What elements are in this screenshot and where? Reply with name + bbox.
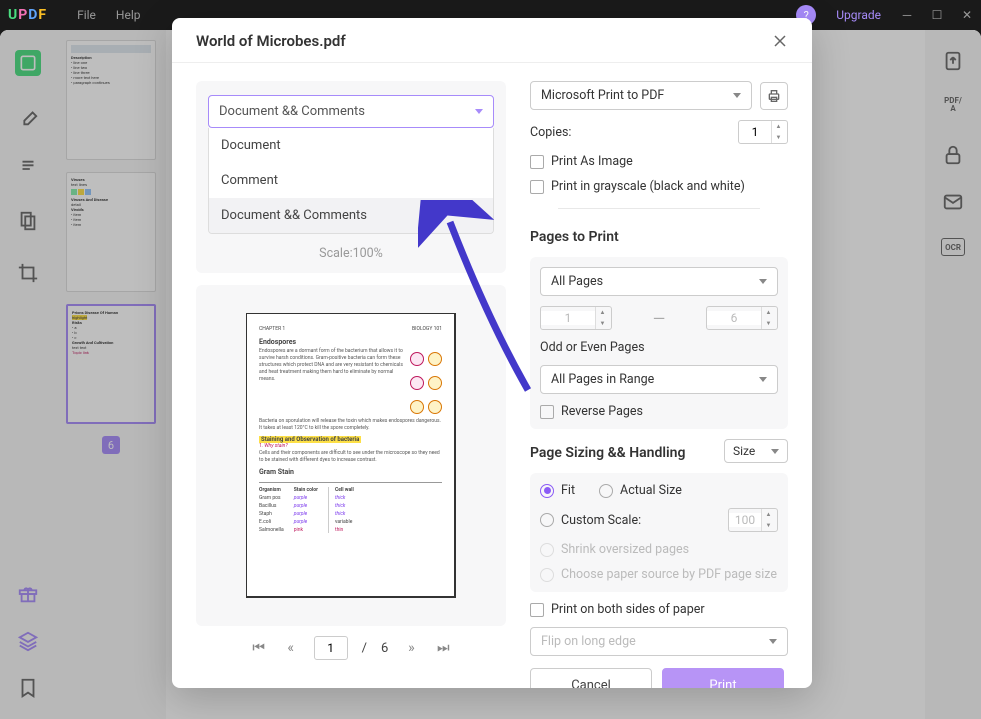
spin-up-icon[interactable]: ▲ (762, 509, 775, 520)
chevron-down-icon (475, 109, 483, 114)
range-from-stepper[interactable]: ▲▼ (540, 306, 612, 330)
preview-pager: ⏮ « / 6 » ⏭ (196, 626, 506, 670)
window-minimize[interactable]: ─ (901, 9, 913, 21)
spin-down-icon[interactable]: ▼ (772, 132, 785, 143)
chevron-down-icon (771, 449, 779, 454)
print-as-image-checkbox[interactable]: Print As Image (530, 154, 788, 169)
content-combo-value: Document && Comments (219, 104, 365, 119)
oddeven-select-value: All Pages in Range (551, 372, 654, 387)
chevron-down-icon (769, 639, 777, 644)
window-maximize[interactable]: ☐ (931, 9, 943, 21)
both-sides-checkbox[interactable]: Print on both sides of paper (530, 602, 788, 617)
size-select[interactable]: Size (724, 439, 788, 463)
radio-label: Fit (561, 483, 575, 498)
range-from-input[interactable] (541, 311, 595, 325)
radio-actual[interactable]: Actual Size (599, 483, 682, 498)
dialog-title: World of Microbes.pdf (196, 32, 346, 50)
checkbox-label: Print As Image (551, 154, 633, 169)
combo-option-document[interactable]: Document (209, 128, 493, 163)
pages-select-value: All Pages (551, 274, 603, 289)
pager-sep: / (362, 641, 367, 656)
checkbox-label: Reverse Pages (561, 404, 643, 419)
oddeven-label: Odd or Even Pages (540, 340, 778, 355)
chevron-down-icon (759, 377, 767, 382)
print-preview: CHAPTER 1BIOLOGY 101 Endospores Endospor… (196, 285, 506, 626)
spin-down-icon[interactable]: ▼ (596, 318, 609, 329)
pager-last[interactable]: ⏭ (434, 639, 452, 657)
spin-up-icon[interactable]: ▲ (762, 307, 775, 318)
flip-select: Flip on long edge (530, 627, 788, 656)
menu-help[interactable]: Help (116, 8, 141, 22)
range-to-stepper[interactable]: ▲▼ (706, 306, 778, 330)
close-icon[interactable] (772, 33, 788, 49)
pages-select[interactable]: All Pages (540, 267, 778, 296)
radio-custom-scale[interactable]: Custom Scale: (540, 513, 641, 528)
size-select-value: Size (733, 444, 755, 458)
flip-select-value: Flip on long edge (541, 634, 636, 649)
radio-label: Custom Scale: (561, 513, 641, 528)
checkbox-label: Print on both sides of paper (551, 602, 705, 617)
printer-icon (766, 88, 782, 104)
chevron-down-icon (733, 93, 741, 98)
copies-label: Copies: (530, 125, 571, 140)
printer-select[interactable]: Microsoft Print to PDF (530, 81, 752, 110)
menu-file[interactable]: File (77, 8, 96, 22)
radio-shrink: Shrink oversized pages (540, 542, 778, 557)
copies-input[interactable] (739, 125, 771, 139)
radio-label: Shrink oversized pages (561, 542, 689, 557)
copies-stepper[interactable]: ▲▼ (738, 120, 788, 144)
grayscale-checkbox[interactable]: Print in grayscale (black and white) (530, 179, 788, 194)
custom-scale-stepper[interactable]: ▲▼ (728, 508, 778, 532)
pager-prev[interactable]: « (282, 639, 300, 657)
sizing-section-title: Page Sizing && Handling (530, 445, 685, 461)
radio-label: Actual Size (620, 483, 682, 498)
combo-option-both[interactable]: Document && Comments (209, 198, 493, 233)
combo-option-comment[interactable]: Comment (209, 163, 493, 198)
pages-section-title: Pages to Print (530, 229, 788, 245)
print-button[interactable]: Print (662, 668, 784, 688)
radio-label: Choose paper source by PDF page size (561, 567, 777, 582)
radio-fit[interactable]: Fit (540, 483, 575, 498)
reverse-pages-checkbox[interactable]: Reverse Pages (540, 404, 778, 419)
preview-page: CHAPTER 1BIOLOGY 101 Endospores Endospor… (246, 313, 456, 598)
oddeven-select[interactable]: All Pages in Range (540, 365, 778, 394)
custom-scale-input[interactable] (729, 513, 761, 527)
content-combo-panel: Document && Comments Document Comment Do… (196, 81, 506, 273)
content-combo-dropdown: Document Comment Document && Comments (208, 128, 494, 234)
range-dash: — (622, 309, 696, 328)
pager-current[interactable] (314, 636, 348, 660)
printer-settings-button[interactable] (760, 82, 788, 110)
checkbox-label: Print in grayscale (black and white) (551, 179, 745, 194)
spin-down-icon[interactable]: ▼ (762, 318, 775, 329)
radio-paper-source: Choose paper source by PDF page size (540, 567, 778, 582)
print-dialog: World of Microbes.pdf Document && Commen… (172, 18, 812, 688)
pager-total: 6 (381, 641, 388, 656)
pager-first[interactable]: ⏮ (250, 639, 268, 657)
cancel-button[interactable]: Cancel (530, 668, 652, 688)
spin-down-icon[interactable]: ▼ (762, 520, 775, 531)
printer-select-value: Microsoft Print to PDF (541, 88, 664, 103)
chevron-down-icon (759, 279, 767, 284)
pager-next[interactable]: » (402, 639, 420, 657)
scale-label: Scale:100% (208, 246, 494, 261)
spin-up-icon[interactable]: ▲ (596, 307, 609, 318)
spin-up-icon[interactable]: ▲ (772, 121, 785, 132)
upgrade-link[interactable]: Upgrade (836, 8, 881, 22)
window-close[interactable]: ✕ (961, 9, 973, 21)
content-combo[interactable]: Document && Comments (208, 95, 494, 128)
range-to-input[interactable] (707, 311, 761, 325)
app-logo: UPDF (8, 7, 47, 23)
